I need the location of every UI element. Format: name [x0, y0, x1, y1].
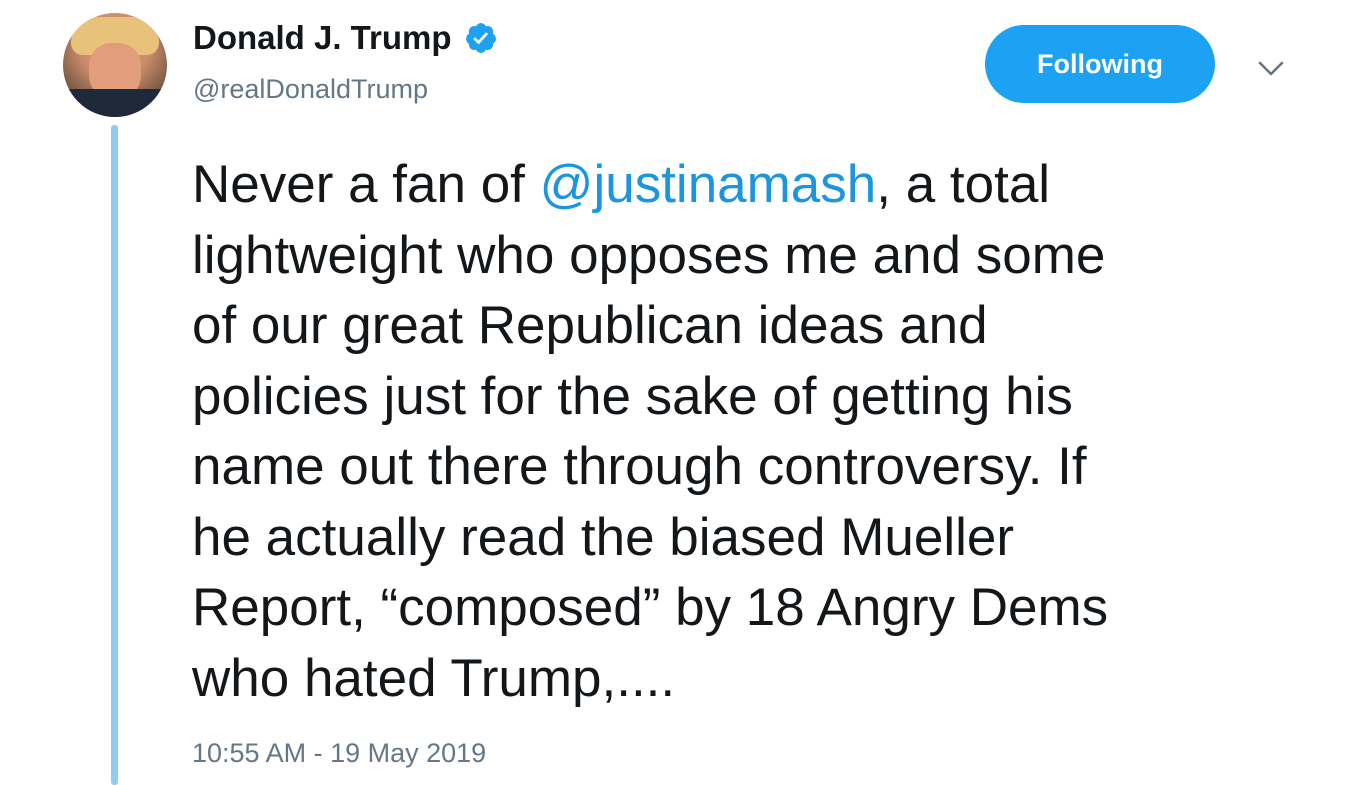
avatar[interactable] [63, 13, 167, 117]
tweet-line: policies just for the sake of getting hi… [192, 366, 1073, 426]
tweet-line: who hated Trump,.... [192, 648, 676, 708]
mention-link[interactable]: @justinamash [540, 155, 877, 214]
tweet-line: Never a fan of @justinamash, a total [192, 150, 1332, 221]
author-handle[interactable]: @realDonaldTrump [193, 74, 428, 105]
verified-badge-icon [465, 23, 496, 53]
chevron-down-icon[interactable] [1254, 54, 1288, 84]
author-display-name[interactable]: Donald J. Trump [193, 19, 452, 57]
thread-line [111, 125, 118, 785]
tweet-text-segment: , a total [876, 155, 1051, 214]
tweet-line: of our great Republican ideas and [192, 296, 988, 355]
tweet-line: lightweight who opposes me and some [192, 225, 1106, 285]
tweet-text: Never a fan of @justinamash, a total lig… [192, 150, 1332, 714]
author-name-row: Donald J. Trump [193, 19, 498, 57]
avatar-suit [63, 89, 167, 117]
tweet-text-segment: Never a fan of [192, 155, 540, 214]
tweet-line: name out there through controversy. If [192, 437, 1087, 496]
tweet-line: Report, “composed” by 18 Angry Dems [192, 578, 1109, 637]
following-button[interactable]: Following [985, 25, 1215, 103]
tweet-line: he actually read the biased Mueller [192, 507, 1014, 567]
tweet-timestamp[interactable]: 10:55 AM - 19 May 2019 [192, 738, 486, 769]
